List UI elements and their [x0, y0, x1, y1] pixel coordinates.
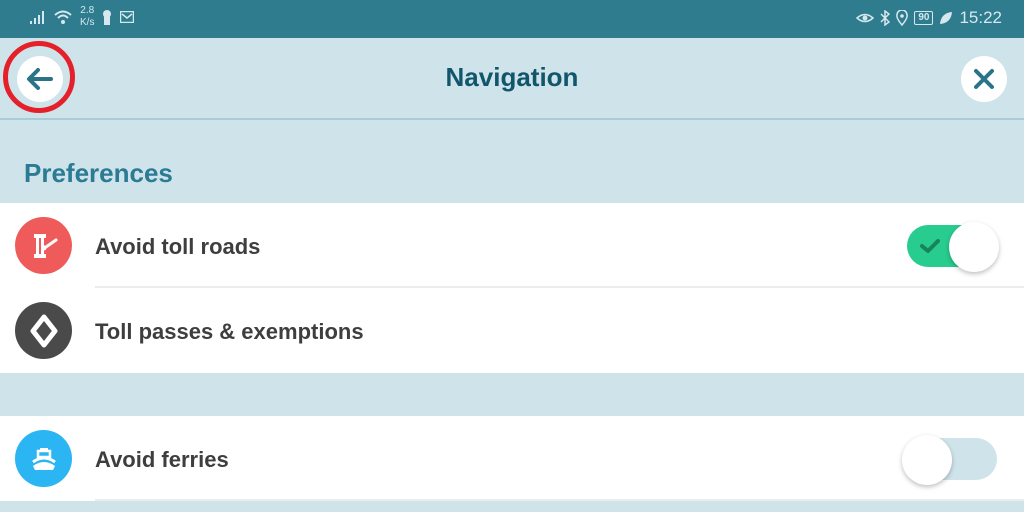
section-title: Preferences: [24, 158, 173, 188]
item-label: Avoid ferries: [95, 447, 229, 472]
wifi-icon: [54, 10, 72, 24]
bluetooth-icon: [880, 10, 891, 26]
ferry-icon: [15, 430, 72, 487]
signal-icon: [30, 11, 44, 24]
clock: 15:22: [959, 8, 1002, 27]
list-item-toll-passes[interactable]: Toll passes & exemptions: [0, 288, 1024, 373]
item-label: Toll passes & exemptions: [95, 319, 364, 344]
speed-value: 2.8: [80, 5, 95, 16]
close-icon: [974, 69, 994, 89]
keyhole-icon: [103, 10, 112, 25]
toll-gate-icon: [15, 217, 72, 274]
speed-unit: K/s: [80, 17, 95, 28]
avoid-ferries-toggle[interactable]: [902, 435, 997, 485]
close-button[interactable]: [961, 56, 1007, 102]
header-bar: Navigation: [0, 38, 1024, 120]
status-bar: 2.8 K/s 90 15:22: [0, 0, 1024, 38]
toggle-knob: [902, 435, 952, 485]
divider: [95, 499, 1024, 501]
mail-icon: [120, 11, 135, 23]
eye-icon: [856, 13, 875, 23]
checkmark-icon: [920, 239, 940, 253]
diamond-icon: [15, 302, 72, 359]
location-icon: [896, 10, 909, 26]
page-title: Navigation: [445, 62, 579, 92]
leaf-icon: [940, 12, 953, 24]
network-speed: 2.8 K/s: [80, 5, 94, 29]
toggle-knob: [949, 222, 999, 272]
list-item-avoid-ferries[interactable]: Avoid ferries: [0, 416, 1024, 501]
item-label: Avoid toll roads: [95, 234, 261, 259]
avoid-toll-roads-toggle[interactable]: [907, 222, 999, 272]
battery-icon: 90: [914, 11, 934, 25]
list-item-avoid-toll-roads[interactable]: Avoid toll roads: [0, 203, 1024, 288]
